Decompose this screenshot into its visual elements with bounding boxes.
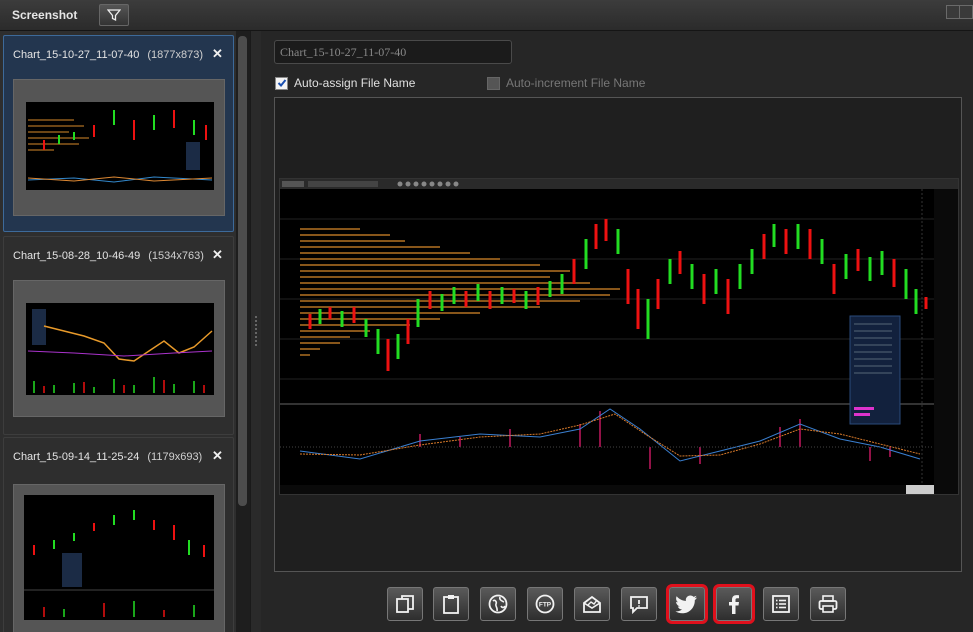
thumbnail-size: (1877x873) [147, 49, 204, 61]
thumbnail-title: Chart_15-09-14_11-25-24 (1179x693) [13, 451, 202, 463]
thumbnail-size: (1534x763) [148, 250, 204, 262]
checkmark-icon [277, 79, 286, 87]
ftp-icon: FTP [535, 594, 555, 614]
thumbnail-item[interactable]: Chart_15-10-27_11-07-40 (1877x873) ✕ [3, 35, 234, 232]
print-button[interactable] [810, 587, 846, 621]
list-button[interactable] [763, 587, 799, 621]
clipboard-button[interactable] [433, 587, 469, 621]
clipboard-icon [443, 595, 459, 614]
thumbnail-image [13, 79, 225, 216]
auto-assign-label: Auto-assign File Name [294, 76, 416, 90]
chart-preview-image [279, 178, 959, 495]
screenshot-editor: Auto-assign File Name Auto-increment Fil… [261, 31, 973, 632]
auto-assign-checkbox[interactable] [275, 76, 288, 90]
thumbnail-scrollbar[interactable] [236, 31, 250, 632]
ftp-button[interactable]: FTP [527, 587, 563, 621]
window-title: Screenshot [12, 8, 78, 22]
printer-icon [818, 595, 838, 613]
comment-button[interactable] [621, 587, 657, 621]
filter-icon [107, 9, 121, 22]
thumbnail-name: Chart_15-10-27_11-07-40 [13, 49, 140, 61]
window-close-button[interactable] [959, 5, 973, 19]
facebook-icon [729, 595, 739, 614]
filter-button[interactable] [99, 4, 129, 26]
thumbnail-image [13, 484, 225, 632]
splitter-grip-icon [255, 316, 257, 346]
title-bar: Screenshot [0, 0, 973, 31]
twitter-button[interactable] [666, 584, 708, 624]
close-icon[interactable]: ✕ [212, 247, 223, 263]
thumbnail-image [13, 280, 225, 417]
auto-increment-option: Auto-increment File Name [487, 76, 645, 90]
copy-button[interactable] [387, 587, 423, 621]
preview-area [274, 97, 962, 572]
file-name-input[interactable] [274, 40, 512, 64]
thumbnail-name: Chart_15-08-28_10-46-49 [13, 250, 141, 262]
thumbnail-item[interactable]: Chart_15-08-28_10-46-49 (1534x763) ✕ [3, 236, 234, 435]
facebook-button[interactable] [713, 584, 755, 624]
thumbnail-size: (1179x693) [147, 451, 203, 463]
thumbnail-list: Chart_15-10-27_11-07-40 (1877x873) ✕ Char… [0, 31, 236, 632]
close-icon[interactable]: ✕ [212, 448, 223, 464]
svg-text:FTP: FTP [539, 602, 552, 609]
comment-icon [630, 596, 648, 615]
twitter-icon [675, 595, 697, 614]
thumbnail-name: Chart_15-09-14_11-25-24 [13, 451, 140, 463]
auto-assign-option[interactable]: Auto-assign File Name [275, 76, 415, 90]
thumbnail-item[interactable]: Chart_15-09-14_11-25-24 (1179x693) ✕ [3, 437, 234, 632]
thumbnail-title: Chart_15-08-28_10-46-49 (1534x763) [13, 250, 204, 262]
close-icon[interactable]: ✕ [212, 46, 223, 62]
scrollbar-thumb[interactable] [238, 36, 247, 506]
email-icon [583, 595, 601, 613]
list-icon [772, 595, 790, 613]
copy-icon [396, 595, 414, 613]
globe-icon [488, 594, 508, 614]
auto-increment-label: Auto-increment File Name [506, 76, 646, 90]
window-restore-button[interactable] [946, 5, 960, 19]
web-upload-button[interactable] [480, 587, 516, 621]
email-button[interactable] [574, 587, 610, 621]
auto-increment-checkbox [487, 76, 500, 90]
thumbnail-title: Chart_15-10-27_11-07-40 (1877x873) [13, 49, 203, 61]
